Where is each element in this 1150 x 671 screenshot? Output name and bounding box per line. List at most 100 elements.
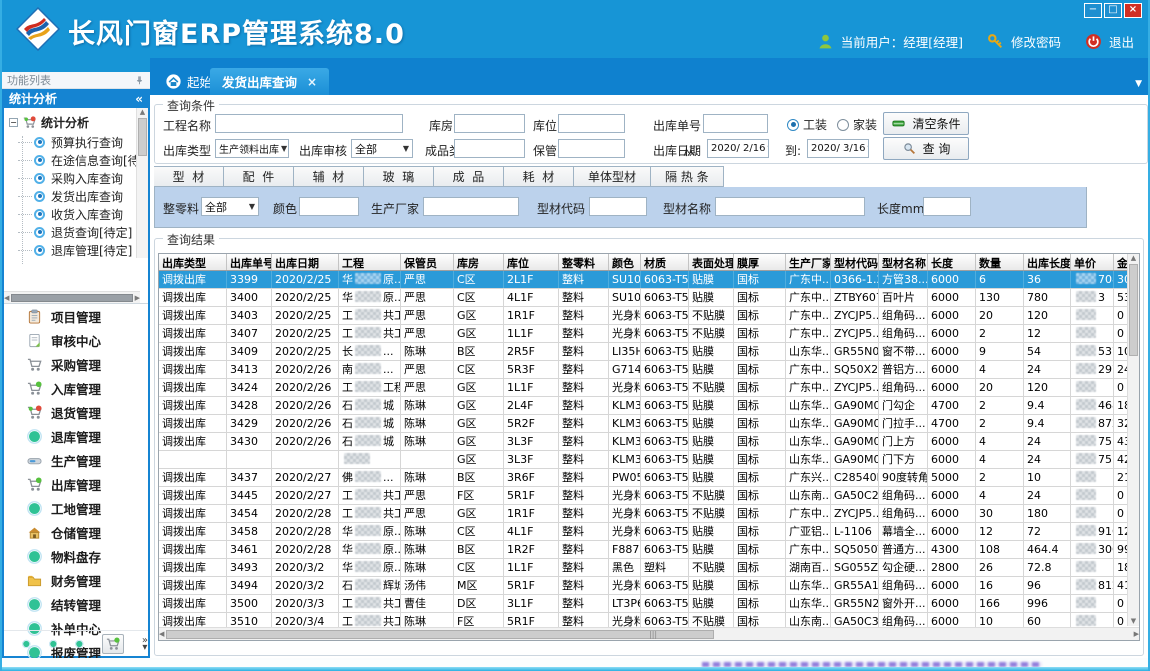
cart-quick-button[interactable] <box>102 634 124 654</box>
table-row[interactable]: G区3L3F整料KLM38176063-T5贴膜国标山东华...GA90M09.… <box>159 451 1139 469</box>
column-header[interactable]: 库房 <box>454 254 504 270</box>
green-dot-icon[interactable] <box>49 638 58 650</box>
tree-item[interactable]: 在途信息查询[待 <box>4 151 148 169</box>
tree-item[interactable]: 退货查询[待定] <box>4 223 148 241</box>
column-header[interactable]: 表面处理 <box>689 254 734 270</box>
color-input[interactable] <box>299 197 359 216</box>
sidebar-menu-item[interactable]: 财务管理 <box>4 568 148 592</box>
pin-icon[interactable] <box>134 75 145 86</box>
tree-item[interactable]: 发货出库查询 <box>4 187 148 205</box>
tree-vertical-scrollbar[interactable]: ▲ <box>136 108 148 258</box>
tree-item[interactable]: 收货入库查询 <box>4 205 148 223</box>
material-tab[interactable]: 成 品 <box>434 166 504 187</box>
date-from-select[interactable]: 2020/ 2/16▼ <box>707 139 769 158</box>
profile-name-input[interactable] <box>715 197 865 216</box>
material-tab[interactable]: 隔 热 条 <box>651 166 724 187</box>
table-row[interactable]: 调拨出库34582020/2/28华原...陈琳C区4L1F整料光身料6063-… <box>159 523 1139 541</box>
tab-shipping-outbound-query[interactable]: 发货出库查询 × <box>210 68 329 95</box>
column-header[interactable]: 单价 <box>1071 254 1114 270</box>
warehouse-input[interactable] <box>454 114 525 133</box>
close-button[interactable]: × <box>1124 3 1142 18</box>
material-tab[interactable]: 配 件 <box>224 166 294 187</box>
sidebar-menu-item[interactable]: 生产管理 <box>4 448 148 472</box>
change-password-link[interactable]: 修改密码 <box>1011 32 1061 51</box>
tab-close-icon[interactable]: × <box>307 75 317 89</box>
material-tab[interactable]: 耗 材 <box>504 166 574 187</box>
table-row[interactable]: 调拨出库34002020/2/25华原...严思C区4L1F整料SU10...6… <box>159 289 1139 307</box>
column-header[interactable]: 生产厂家 <box>786 254 831 270</box>
column-header[interactable]: 出库日期 <box>272 254 339 270</box>
audit-select[interactable]: 全部▼ <box>351 139 413 158</box>
collapse-icon[interactable]: « <box>135 92 143 106</box>
column-header[interactable]: 保管员 <box>401 254 454 270</box>
location-input[interactable] <box>558 114 625 133</box>
sidebar-menu-item[interactable]: 物料盘存 <box>4 544 148 568</box>
column-header[interactable]: 工程 <box>339 254 401 270</box>
tree-item[interactable]: 退库管理[待定] <box>4 241 148 259</box>
table-row[interactable]: 调拨出库34372020/2/27佛...陈琳B区3R6F整料PW056063-… <box>159 469 1139 487</box>
sidebar-menu-item[interactable]: 采购管理 <box>4 352 148 376</box>
table-row[interactable]: 调拨出库34292020/2/26石城陈琳G区5R2F整料KLM38176063… <box>159 415 1139 433</box>
tab-list-dropdown-icon[interactable]: ▼ <box>1135 79 1142 89</box>
table-row[interactable]: 调拨出库34542020/2/28工共工程严思G区1R1F整料光身料6063-T… <box>159 505 1139 523</box>
tree-item[interactable]: 采购入库查询 <box>4 169 148 187</box>
column-header[interactable]: 库位 <box>504 254 559 270</box>
material-tab[interactable]: 玻 璃 <box>364 166 434 187</box>
table-row[interactable]: 调拨出库35002020/3/3工共工程曹佳D区3L1F整料LT3P606063… <box>159 595 1139 613</box>
order-no-input[interactable] <box>703 114 768 133</box>
green-dot-icon[interactable] <box>22 638 31 650</box>
table-row[interactable]: 调拨出库34242020/2/26工工程严思G区1L1F整料光身料6063-T5… <box>159 379 1139 397</box>
material-tab[interactable]: 单体型材 <box>574 166 651 187</box>
tree-item[interactable]: 预算执行查询 <box>4 133 148 151</box>
column-header[interactable]: 出库长度 <box>1024 254 1071 270</box>
whole-part-select[interactable]: 全部▼ <box>201 197 259 216</box>
column-header[interactable]: 出库类型 <box>159 254 227 270</box>
table-row[interactable]: 调拨出库34932020/3/2华原...陈琳C区1L1F整料黑色塑料不贴膜国标… <box>159 559 1139 577</box>
column-header[interactable]: 长度 <box>928 254 976 270</box>
column-header[interactable]: 颜色 <box>609 254 641 270</box>
table-row[interactable]: 调拨出库34282020/2/26石城陈琳G区2L4F整料KLM38176063… <box>159 397 1139 415</box>
table-row[interactable]: 调拨出库34032020/2/25工共工程严思G区1R1F整料光身料6063-T… <box>159 307 1139 325</box>
radio-jiazhuang[interactable]: 家装 <box>837 116 877 133</box>
column-header[interactable]: 数量 <box>976 254 1024 270</box>
length-input[interactable] <box>923 197 971 216</box>
overflow-button[interactable]: »▾ <box>142 637 148 651</box>
radio-gongzhuang[interactable]: 工装 <box>787 116 827 133</box>
material-tab[interactable]: 辅 材 <box>294 166 364 187</box>
project-name-input[interactable] <box>215 114 403 133</box>
keeper-input[interactable] <box>558 139 625 158</box>
column-header[interactable]: 出库单号 <box>227 254 272 270</box>
table-row[interactable]: 调拨出库34092020/2/25长...陈琳B区2R5F整料LI35HD606… <box>159 343 1139 361</box>
table-row[interactable]: 调拨出库34452020/2/27工共工程严思F区5R1F整料光身料6063-T… <box>159 487 1139 505</box>
column-header[interactable]: 整零料 <box>559 254 609 270</box>
profile-code-input[interactable] <box>589 197 647 216</box>
table-row[interactable]: 调拨出库33992020/2/25华原...严思C区2L1F整料SU10...6… <box>159 271 1139 289</box>
sidebar-menu-item[interactable]: 项目管理 <box>4 304 148 328</box>
column-header[interactable]: 型材名称 <box>879 254 928 270</box>
table-row[interactable]: 调拨出库34302020/2/26石城陈琳G区3L3F整料KLM38176063… <box>159 433 1139 451</box>
sidebar-menu-item[interactable]: 退库管理 <box>4 424 148 448</box>
sidebar-menu-item[interactable]: 仓储管理 <box>4 520 148 544</box>
table-row[interactable]: 调拨出库34612020/2/28华原...陈琳B区1R2F整料F8877FT6… <box>159 541 1139 559</box>
tree-expander-icon[interactable]: − <box>9 118 18 127</box>
outbound-type-select[interactable]: 生产领料出库▼ <box>215 139 289 158</box>
sidebar-menu-item[interactable]: 结转管理 <box>4 592 148 616</box>
table-row[interactable]: 调拨出库34942020/3/2石辉城汤伟M区5R1F整料光身料6063-T5贴… <box>159 577 1139 595</box>
minimize-button[interactable]: − <box>1084 3 1102 18</box>
green-dot-icon[interactable] <box>75 638 84 650</box>
column-header[interactable]: 膜厚 <box>734 254 786 270</box>
material-tab[interactable]: 型 材 <box>154 166 224 187</box>
sidebar-menu-item[interactable]: 工地管理 <box>4 496 148 520</box>
maker-input[interactable] <box>423 197 519 216</box>
grid-horizontal-scrollbar[interactable]: ◀|||▶ <box>159 627 1139 640</box>
sidebar-menu-item[interactable]: 退货管理 <box>4 400 148 424</box>
sidebar-menu-item[interactable]: 审核中心 <box>4 328 148 352</box>
sidebar-menu-item[interactable]: 入库管理 <box>4 376 148 400</box>
column-header[interactable]: 材质 <box>641 254 689 270</box>
sidebar-section-header[interactable]: 统计分析 « <box>2 89 150 108</box>
grid-vertical-scrollbar[interactable]: ▲▼ <box>1127 254 1139 626</box>
table-row[interactable]: 调拨出库34132020/2/26南...严思C区5R3F整料G71422606… <box>159 361 1139 379</box>
maximize-button[interactable]: □ <box>1104 3 1122 18</box>
tree-horizontal-scrollbar[interactable]: ◀▶ <box>4 291 140 303</box>
clear-conditions-button[interactable]: 清空条件 <box>883 112 969 135</box>
